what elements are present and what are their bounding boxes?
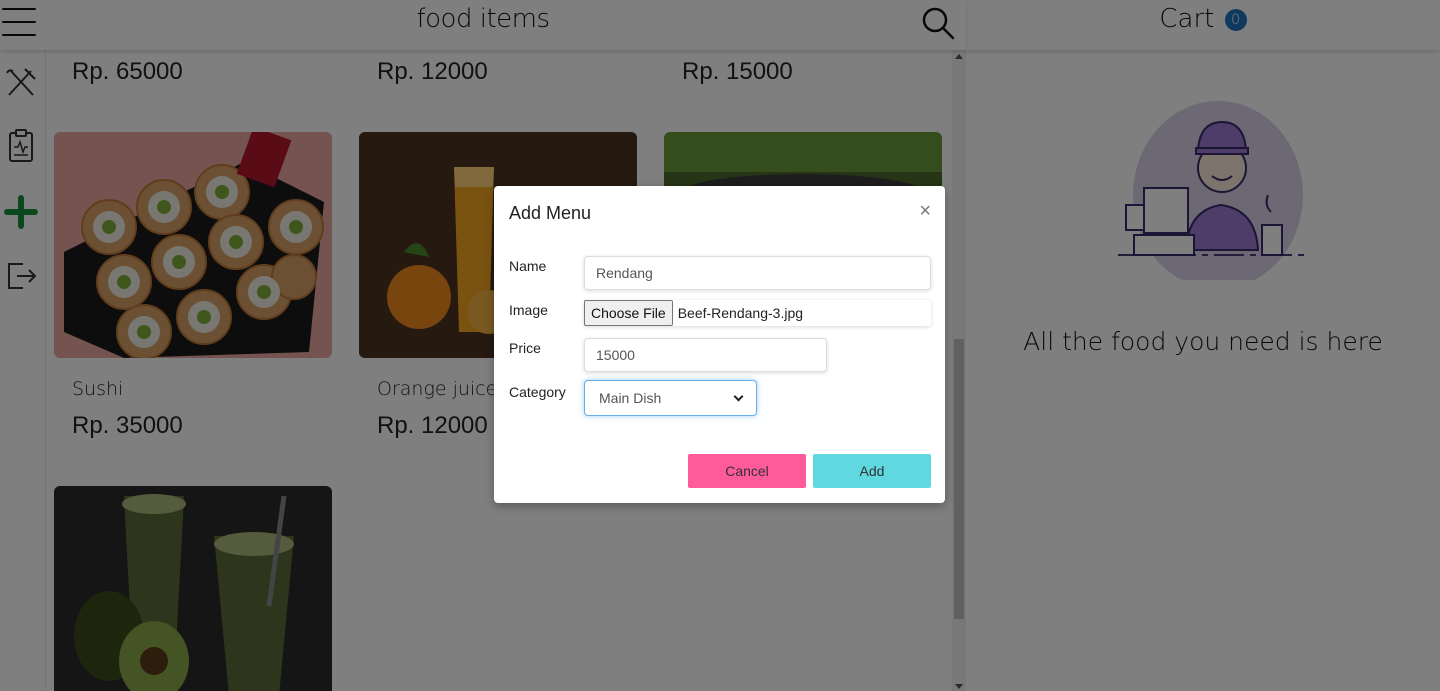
- image-file-input[interactable]: Choose File Beef-Rendang-3.jpg: [584, 300, 931, 326]
- modal-title: Add Menu: [509, 203, 592, 223]
- add-button[interactable]: Add: [813, 454, 931, 488]
- cancel-button[interactable]: Cancel: [688, 454, 806, 488]
- price-label: Price: [509, 340, 541, 356]
- category-selected-value: Main Dish: [599, 390, 662, 406]
- category-label: Category: [509, 384, 566, 400]
- file-name: Beef-Rendang-3.jpg: [677, 305, 804, 321]
- name-input[interactable]: Rendang: [584, 256, 931, 290]
- price-input[interactable]: 15000: [584, 338, 827, 372]
- image-label: Image: [509, 302, 548, 318]
- add-menu-modal: Add Menu × Name Rendang Image Choose Fil…: [494, 186, 945, 503]
- chevron-down-icon: [733, 391, 744, 401]
- choose-file-button[interactable]: Choose File: [584, 300, 673, 326]
- category-select[interactable]: Main Dish: [584, 380, 757, 416]
- close-icon[interactable]: ×: [919, 200, 931, 223]
- name-label: Name: [509, 258, 547, 274]
